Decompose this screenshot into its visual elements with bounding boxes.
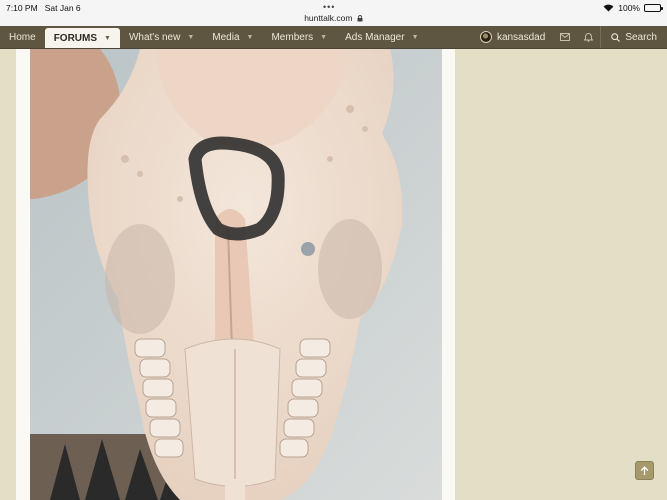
nav-members-label: Members [271,31,314,43]
chevron-down-icon[interactable]: ▼ [320,34,327,41]
nav-media[interactable]: Media ▼ [203,26,262,48]
chevron-down-icon[interactable]: ▼ [104,35,111,42]
nav-forums[interactable]: FORUMS ▼ [44,28,120,48]
device-status-bar: 7:10 PM Sat Jan 6 ••• hunttalk.com 100% [0,0,667,26]
scroll-top-button[interactable] [635,461,654,480]
nav-whats-new[interactable]: What's new ▼ [120,26,203,48]
more-dots-icon[interactable]: ••• [323,2,335,12]
nav-home-label: Home [9,31,36,43]
status-right: 100% [603,3,663,13]
address-bar[interactable]: hunttalk.com [0,13,667,23]
sidebar [457,49,667,500]
nav-home[interactable]: Home [0,26,45,48]
alerts-button[interactable] [577,26,600,48]
main-navbar: Home FORUMS ▼ What's new ▼ Media ▼ Members ▼… [0,26,667,49]
inbox-button[interactable] [553,26,577,48]
skull-photo [30,49,442,500]
search-label: Search [625,31,657,43]
envelope-icon [560,33,571,41]
bell-icon [584,33,594,42]
search-icon [611,32,621,42]
nav-members[interactable]: Members ▼ [262,26,336,48]
nav-media-label: Media [212,31,240,43]
url-text: hunttalk.com [304,13,353,23]
nav-forums-label: FORUMS [53,32,98,44]
chevron-down-icon[interactable]: ▼ [187,34,194,41]
battery-percent: 100% [618,3,640,13]
nav-whats-new-label: What's new [128,31,181,43]
nav-ads-manager[interactable]: Ads Manager ▼ [336,26,427,48]
username: kansasdad [496,31,546,43]
post-image[interactable] [30,49,442,500]
status-time: 7:10 PM Sat Jan 6 [6,3,81,13]
battery-icon [644,4,663,12]
account-menu[interactable]: kansasdad [472,26,553,48]
arrow-up-icon [640,465,649,475]
search-button[interactable]: Search [600,26,667,48]
chevron-down-icon[interactable]: ▼ [412,34,419,41]
nav-ads-manager-label: Ads Manager [345,31,405,43]
lock-icon [357,15,363,22]
avatar [479,31,492,43]
wifi-icon [603,4,614,12]
chevron-down-icon[interactable]: ▼ [247,34,254,41]
